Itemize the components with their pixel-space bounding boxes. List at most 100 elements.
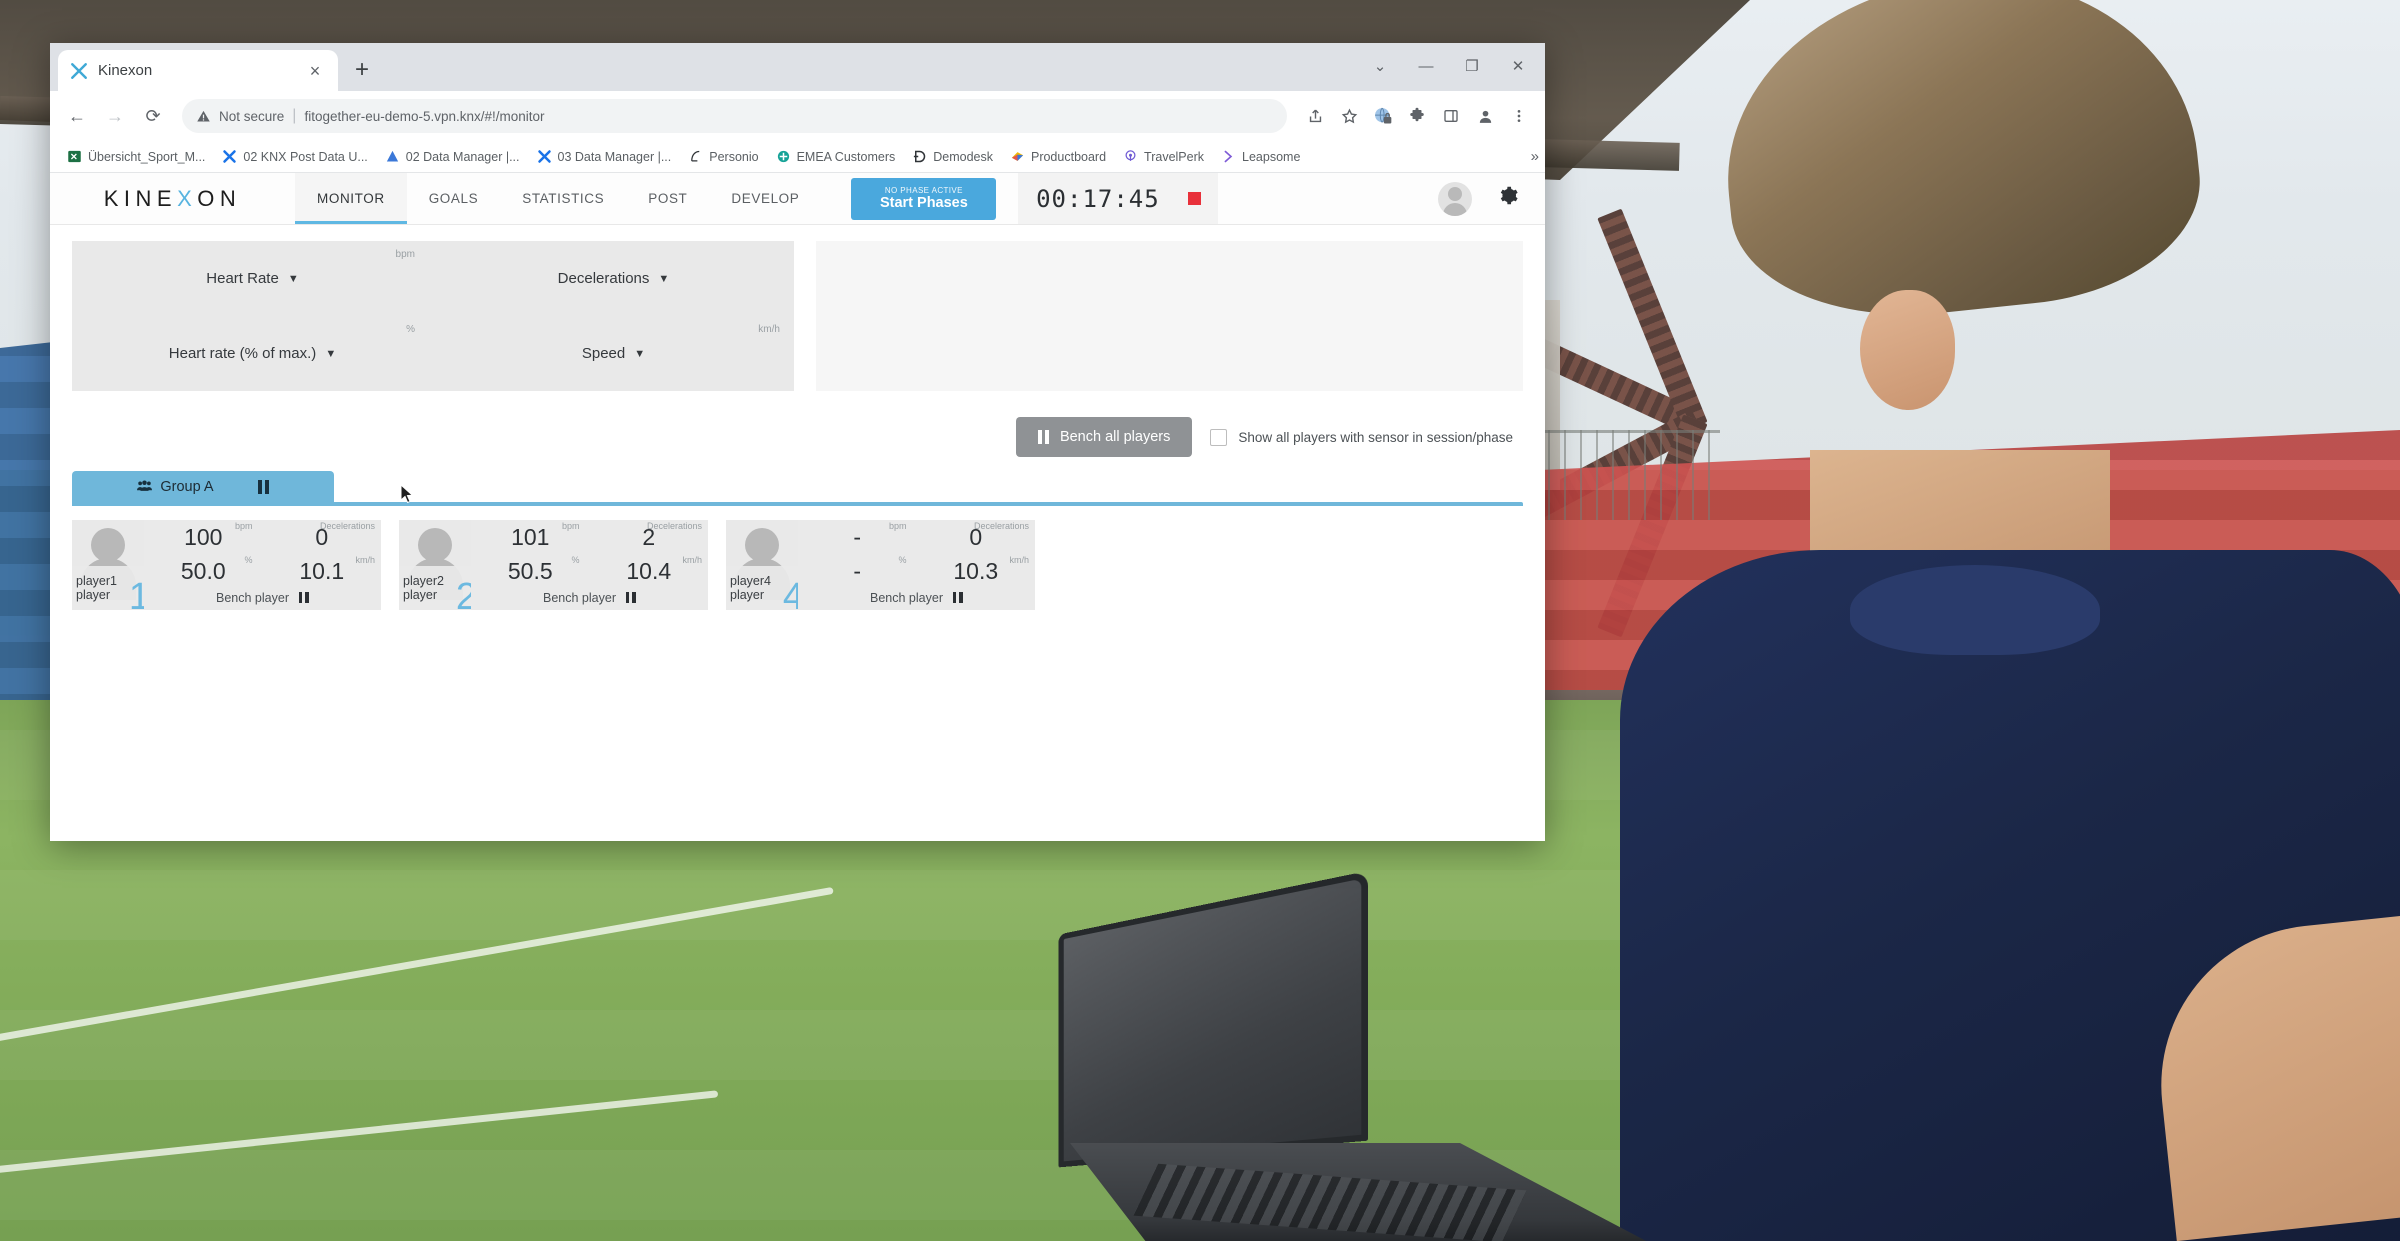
metric-unit: % [406, 323, 415, 335]
profile-icon[interactable] [1469, 100, 1501, 132]
metric-label: Decelerations [557, 270, 650, 287]
stat-speed: km/h 10.4 [590, 554, 709, 588]
bookmark-item[interactable]: Übersicht_Sport_M... [60, 146, 212, 167]
pause-icon[interactable] [257, 479, 269, 494]
bookmark-label: EMEA Customers [796, 149, 896, 164]
player-name-line2: player [403, 588, 438, 602]
bookmark-item[interactable]: Personio [681, 146, 765, 167]
bookmark-item[interactable]: EMEA Customers [769, 146, 903, 167]
phase-action-label: Start Phases [879, 194, 968, 211]
player-card[interactable]: player1 player 1 bpm 100 Decelerations 0… [72, 520, 381, 616]
personio-icon [691, 150, 700, 162]
metric-dropdown-speed[interactable]: Speed ▼ [582, 345, 645, 362]
metric-dropdown-hr-percent[interactable]: Heart rate (% of max.) ▼ [169, 345, 336, 362]
bookmark-label: Demodesk [933, 149, 993, 164]
player-name: player1 player [76, 574, 117, 603]
address-bar[interactable]: Not secure | fitogether-eu-demo-5.vpn.kn… [182, 99, 1287, 133]
bookmark-star-icon[interactable] [1333, 100, 1365, 132]
share-icon[interactable] [1299, 100, 1331, 132]
stat-unit-decelerations: Decelerations [973, 521, 1029, 531]
chevron-down-icon: ▼ [658, 272, 670, 285]
close-window-button[interactable]: ✕ [1495, 49, 1541, 83]
bookmark-label: Productboard [1030, 149, 1107, 164]
player-name: player2 player [403, 574, 444, 603]
metric-label: Speed [581, 345, 626, 362]
player-name: player4 player [730, 574, 771, 603]
player-photo: player2 player 2 [399, 520, 477, 616]
bookmark-label: TravelPerk [1144, 149, 1205, 164]
bookmark-item[interactable]: Demodesk [905, 146, 1000, 167]
bench-player-button[interactable]: Bench player [471, 588, 708, 610]
back-button[interactable]: ← [60, 99, 94, 133]
window-controls: ⌄ — ❐ ✕ [1357, 49, 1541, 83]
tab-develop[interactable]: DEVELOP [709, 173, 821, 224]
player-card[interactable]: player4 player 4 bpm - Decelerations 0 %… [726, 520, 1035, 616]
kinexon-app: KINE X ON MONITOR GOALS STATISTICS POST DE… [50, 173, 1545, 839]
group-bar: Group A [72, 471, 1523, 506]
gear-icon[interactable] [1498, 185, 1519, 212]
bench-all-players-button[interactable]: Bench all players [1015, 417, 1193, 457]
metric-dropdown-heart-rate[interactable]: Heart Rate ▼ [206, 270, 298, 287]
player-name-bar: player1 player 1 [72, 566, 150, 616]
bench-player-button[interactable]: Bench player [144, 588, 381, 610]
controls-row: Bench all players Show all players with … [72, 417, 1523, 457]
side-panel-icon[interactable] [1435, 100, 1467, 132]
reload-button[interactable]: ⟳ [136, 99, 170, 133]
kinexon-x-icon [71, 62, 87, 79]
stat-unit-decelerations: Decelerations [319, 521, 375, 531]
kinexon-x-icon [223, 150, 237, 163]
stat-value: 50.5 [507, 557, 553, 584]
group-underline [72, 502, 1523, 506]
bookmarks-overflow-button[interactable]: » [1531, 148, 1539, 165]
checkbox-box[interactable] [1210, 428, 1228, 446]
chevron-down-icon: ▼ [634, 347, 646, 360]
stat-heart-rate: bpm - [798, 520, 917, 554]
chrome-menu-icon[interactable] [1503, 100, 1535, 132]
bookmark-item[interactable]: 02 Data Manager |... [378, 146, 527, 167]
group-people-icon [137, 480, 153, 491]
metric-selector-panel: bpm Heart Rate ▼ Decelerations ▼ % Heart… [72, 241, 794, 391]
stat-value: 10.1 [299, 557, 345, 584]
avatar[interactable] [1438, 181, 1472, 216]
tab-title: Kinexon [98, 62, 153, 79]
minimize-button[interactable]: — [1403, 49, 1449, 83]
group-tab-a[interactable]: Group A [72, 471, 334, 502]
bookmarks-bar: Übersicht_Sport_M... 02 KNX Post Data U.… [50, 141, 1545, 173]
metric-dropdown-decelerations[interactable]: Decelerations ▼ [558, 270, 670, 287]
bookmark-item[interactable]: 02 KNX Post Data U... [215, 146, 374, 167]
bookmark-item[interactable]: Productboard [1003, 146, 1113, 167]
tab-goals[interactable]: GOALS [407, 173, 501, 224]
stat-unit-kmh: km/h [682, 555, 702, 565]
extensions-puzzle-icon[interactable] [1401, 100, 1433, 132]
panels-row: bpm Heart Rate ▼ Decelerations ▼ % Heart… [72, 241, 1523, 391]
tab-statistics[interactable]: STATISTICS [500, 173, 626, 224]
player-photo: player1 player 1 [72, 520, 150, 616]
new-tab-button[interactable]: + [344, 52, 380, 88]
show-all-players-checkbox[interactable]: Show all players with sensor in session/… [1210, 428, 1513, 446]
stat-value: 101 [511, 523, 550, 550]
close-icon[interactable]: × [304, 60, 326, 82]
bench-player-label: Bench player [543, 590, 616, 605]
leapsome-chevron-icon [1224, 150, 1233, 163]
app-nav-tabs: MONITOR GOALS STATISTICS POST DEVELOP [295, 173, 821, 224]
tab-search-button[interactable]: ⌄ [1357, 49, 1403, 83]
forward-button[interactable]: → [98, 99, 132, 133]
excel-icon [68, 150, 81, 163]
tab-post[interactable]: POST [626, 173, 709, 224]
vpn-lock-icon[interactable] [1367, 100, 1399, 132]
show-all-label: Show all players with sensor in session/… [1238, 429, 1513, 445]
bench-player-button[interactable]: Bench player [798, 588, 1035, 610]
browser-tab[interactable]: Kinexon × [58, 50, 338, 91]
bookmark-item[interactable]: 03 Data Manager |... [530, 146, 679, 167]
start-phases-button[interactable]: NO PHASE ACTIVE Start Phases [851, 177, 997, 220]
tab-strip: Kinexon × + ⌄ — ❐ ✕ [50, 43, 1545, 91]
pause-icon [625, 592, 636, 603]
stat-hr-percent: % 50.5 [471, 554, 590, 588]
stat-unit-decelerations: Decelerations [646, 521, 702, 531]
bookmark-item[interactable]: Leapsome [1214, 146, 1307, 167]
player-card[interactable]: player2 player 2 bpm 101 Decelerations 2… [399, 520, 709, 616]
tab-monitor[interactable]: MONITOR [295, 173, 407, 224]
maximize-button[interactable]: ❐ [1449, 49, 1495, 83]
bookmark-item[interactable]: TravelPerk [1116, 146, 1211, 167]
bookmark-label: Übersicht_Sport_M... [88, 149, 206, 164]
